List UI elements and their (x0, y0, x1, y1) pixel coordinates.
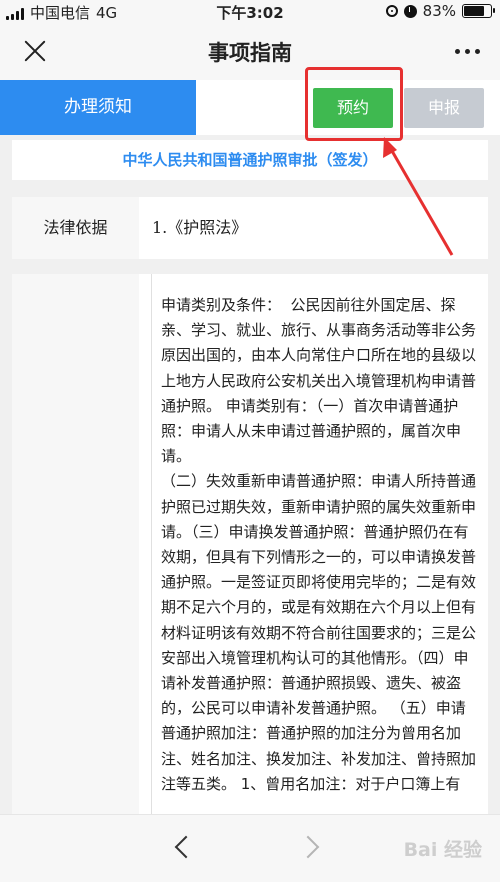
back-icon[interactable] (168, 833, 198, 863)
forward-icon (296, 833, 326, 863)
watermark: Bai 经验 (403, 839, 482, 861)
bottom-bar: Bai 经验 (0, 814, 500, 882)
annotation-arrow-icon (383, 137, 454, 256)
